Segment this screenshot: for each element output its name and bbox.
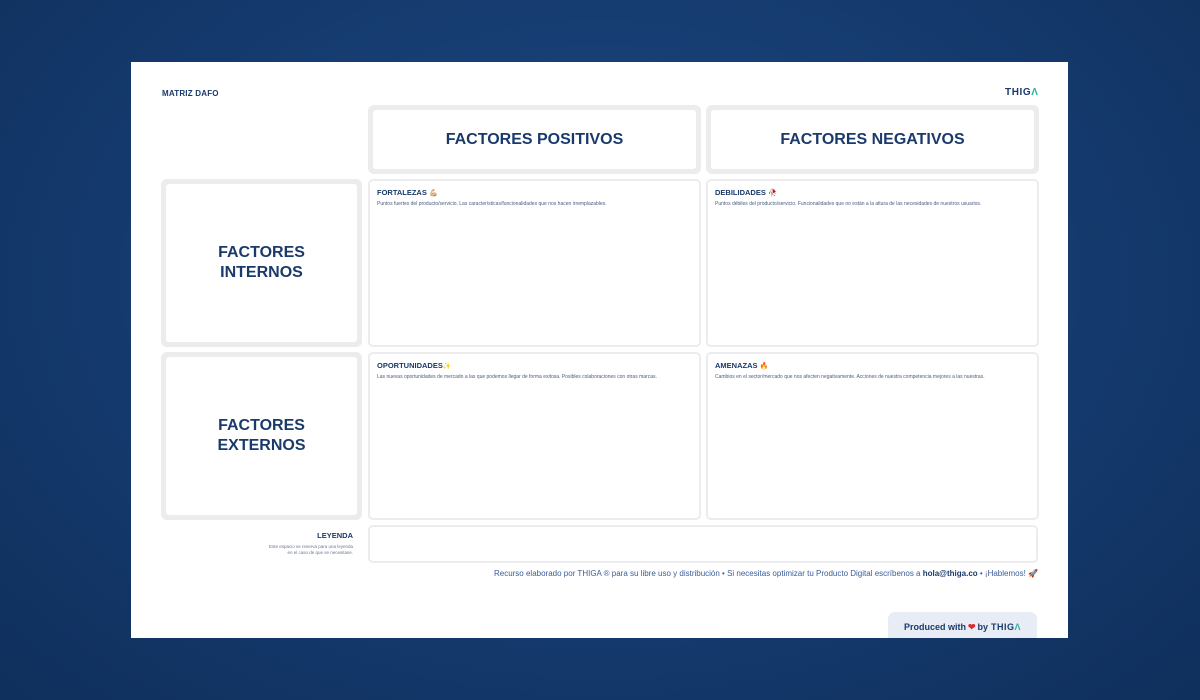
threats-desc: Cambios en el sector/mercado que nos afe… (715, 374, 985, 380)
threats-title: AMENAZAS 🔥 (715, 361, 769, 370)
legend-box[interactable] (368, 525, 1038, 563)
quadrant-strengths[interactable]: FORTALEZAS 💪🏼 Puntos fuertes del product… (368, 179, 701, 347)
header-positive: FACTORES POSITIVOS (368, 105, 701, 174)
legend-label: LEYENDA Este espacio se reserva para una… (251, 531, 353, 556)
side-internal: FACTORES INTERNOS (161, 179, 362, 347)
strengths-desc: Puntos fuertes del producto/servicio. La… (377, 201, 607, 207)
opportunities-desc: Las nuevas oportunidades de mercado a la… (377, 374, 657, 380)
legend-desc-line2: en el caso de que se necesitase. (287, 550, 353, 555)
sparkles-icon: ✨ (442, 363, 452, 370)
fire-icon: 🔥 (759, 363, 769, 370)
board-title: MATRIZ DAFO (162, 89, 219, 98)
wilted-flower-icon: 🥀 (767, 190, 777, 197)
quadrant-weaknesses[interactable]: DEBILIDADES 🥀 Puntos débiles del product… (706, 179, 1039, 347)
side-internal-line2: INTERNOS (220, 264, 303, 281)
strengths-title: FORTALEZAS 💪🏼 (377, 188, 438, 197)
footer-note: Recurso elaborado por THIGA ® para su li… (368, 569, 1038, 578)
weaknesses-title: DEBILIDADES 🥀 (715, 188, 777, 197)
side-internal-line1: FACTORES (218, 244, 305, 261)
badge-by: by (977, 622, 989, 632)
produced-with-badge[interactable]: Produced with ❤ by THIGΛ (888, 612, 1037, 638)
quadrant-opportunities[interactable]: OPORTUNIDADES✨ Las nuevas oportunidades … (368, 352, 701, 520)
opportunities-title: OPORTUNIDADES✨ (377, 361, 452, 370)
header-negative: FACTORES NEGATIVOS (706, 105, 1039, 174)
footer-text-before: Recurso elaborado por THIGA ® para su li… (493, 569, 923, 578)
logo-text: THIG (1005, 87, 1032, 98)
logo-accent: Λ (1031, 87, 1039, 98)
side-external-line1: FACTORES (218, 417, 305, 434)
swot-board: MATRIZ DAFO THIGΛ FACTORES POSITIVOS FAC… (131, 62, 1068, 638)
header-negative-label: FACTORES NEGATIVOS (780, 130, 965, 148)
quadrant-threats[interactable]: AMENAZAS 🔥 Cambios en el sector/mercado … (706, 352, 1039, 520)
muscle-icon: 💪🏼 (428, 190, 438, 197)
badge-produced-with: Produced with (903, 622, 966, 632)
side-external-line2: EXTERNOS (217, 437, 306, 454)
weaknesses-desc: Puntos débiles del producto/servicio. Fu… (715, 201, 982, 207)
thiga-logo[interactable]: THIGΛ (1005, 87, 1039, 98)
footer-email-link[interactable]: hola@thiga.co (923, 569, 978, 578)
badge-brand: THIGΛ (991, 622, 1022, 632)
side-external: FACTORES EXTERNOS (161, 352, 362, 520)
header-positive-label: FACTORES POSITIVOS (445, 130, 624, 148)
heart-icon: ❤ (967, 622, 976, 632)
legend-title: LEYENDA (317, 531, 353, 540)
footer-text-after: • ¡Hablemos! 🚀 (977, 569, 1038, 578)
